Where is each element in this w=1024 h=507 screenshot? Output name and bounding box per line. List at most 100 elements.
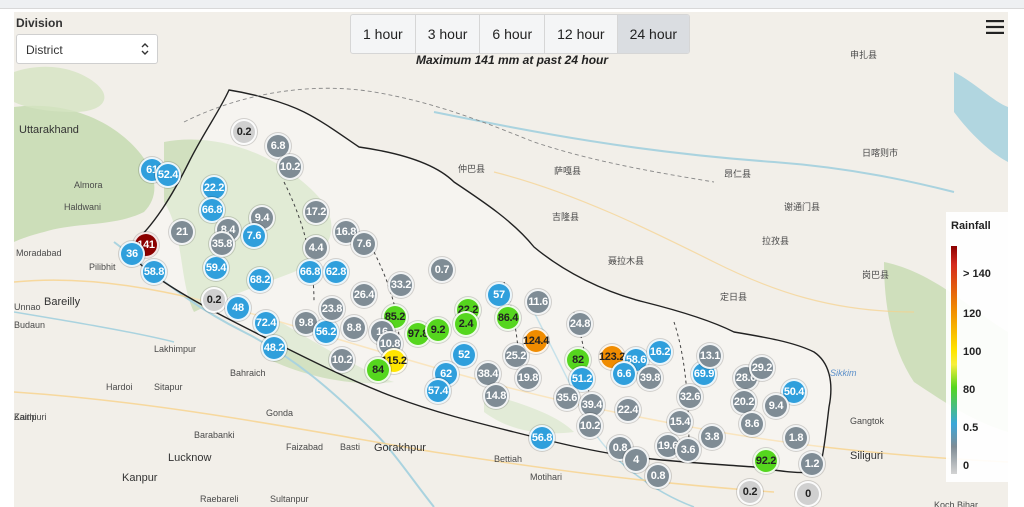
station-marker[interactable]: 8.6: [739, 411, 765, 437]
station-marker[interactable]: 33.2: [388, 272, 414, 298]
district-placeholder: District: [26, 43, 63, 57]
station-marker[interactable]: 124.4: [523, 328, 549, 354]
tab-1-hour[interactable]: 1 hour: [351, 15, 416, 53]
station-marker[interactable]: 21: [169, 219, 195, 245]
place-label: Sikkim: [830, 368, 857, 378]
station-marker[interactable]: 57.4: [425, 378, 451, 404]
station-marker[interactable]: 17.2: [303, 199, 329, 225]
station-marker[interactable]: 10.2: [577, 413, 603, 439]
place-label: Lakhimpur: [154, 344, 197, 354]
station-marker[interactable]: 35.8: [209, 231, 235, 257]
station-marker[interactable]: 24.8: [567, 311, 593, 337]
place-label: Raebareli: [200, 494, 239, 504]
station-marker[interactable]: 0: [795, 481, 821, 507]
place-label: Zainpuri: [14, 412, 47, 422]
division-label: Division: [16, 16, 63, 30]
station-marker[interactable]: 0.7: [429, 257, 455, 283]
legend-tick: 80: [963, 384, 976, 396]
place-label: 申扎县: [850, 50, 878, 60]
station-marker[interactable]: 0.2: [737, 479, 763, 505]
station-marker[interactable]: 15.4: [667, 409, 693, 435]
station-marker[interactable]: 35.6: [554, 385, 580, 411]
station-marker[interactable]: 19.8: [515, 365, 541, 391]
rainfall-map-app: Uttarakhand Almora Haldwani Moradabad Pilibh…: [0, 0, 1024, 507]
station-marker[interactable]: 4.4: [303, 235, 329, 261]
station-marker[interactable]: 1.2: [799, 451, 825, 477]
station-marker[interactable]: 0.2: [231, 119, 257, 145]
station-marker[interactable]: 23.8: [319, 296, 345, 322]
station-marker[interactable]: 8.8: [341, 315, 367, 341]
station-marker[interactable]: 10.2: [329, 347, 355, 373]
station-marker[interactable]: 3.8: [699, 424, 725, 450]
station-marker[interactable]: 3.6: [675, 437, 701, 463]
station-marker[interactable]: 7.6: [351, 231, 377, 257]
place-label: Moradabad: [16, 248, 62, 258]
place-label: Bareilly: [44, 296, 81, 308]
station-marker[interactable]: 9.2: [425, 317, 451, 343]
tab-12-hour[interactable]: 12 hour: [545, 15, 618, 53]
station-marker[interactable]: 72.4: [253, 310, 279, 336]
station-marker[interactable]: 52.4: [155, 162, 181, 188]
place-label: Sitapur: [154, 382, 183, 392]
max-rainfall-subtitle: Maximum 141 mm at past 24 hour: [415, 53, 609, 67]
station-marker[interactable]: 58.8: [141, 259, 167, 285]
station-marker[interactable]: 2.4: [453, 311, 479, 337]
legend-tick: 120: [963, 308, 982, 320]
legend-color-bar: [951, 246, 957, 474]
station-marker[interactable]: 39.8: [637, 365, 663, 391]
station-marker[interactable]: 56.8: [529, 425, 555, 451]
district-select[interactable]: District: [16, 34, 158, 64]
place-label: Hardoi: [106, 382, 133, 392]
top-bar: [0, 0, 1024, 9]
station-marker[interactable]: 36: [119, 241, 145, 267]
station-marker[interactable]: 0.2: [201, 287, 227, 313]
tab-3-hour[interactable]: 3 hour: [416, 15, 481, 53]
tab-24-hour[interactable]: 24 hour: [617, 15, 690, 53]
station-marker[interactable]: 68.2: [247, 267, 273, 293]
station-marker[interactable]: 32.6: [677, 384, 703, 410]
station-marker[interactable]: 1.8: [783, 425, 809, 451]
up-down-chevron-icon: [141, 43, 149, 55]
station-marker[interactable]: 26.4: [351, 282, 377, 308]
station-marker[interactable]: 6.6: [611, 361, 637, 387]
station-marker[interactable]: 48.2: [261, 335, 287, 361]
station-marker[interactable]: 16.2: [647, 339, 673, 365]
place-label: Siliguri: [850, 450, 884, 462]
station-marker[interactable]: 10.2: [277, 154, 303, 180]
station-marker[interactable]: 56.2: [313, 319, 339, 345]
place-label: Lucknow: [168, 452, 212, 464]
station-marker[interactable]: 86.4: [495, 305, 521, 331]
place-label: 萨嘎县: [554, 166, 582, 176]
station-marker[interactable]: 84: [365, 357, 391, 383]
station-marker[interactable]: 22.4: [615, 397, 641, 423]
place-label: Faizabad: [286, 442, 324, 452]
station-marker[interactable]: 11.6: [525, 289, 551, 315]
hamburger-menu-icon[interactable]: [986, 20, 1004, 34]
place-label: Motihari: [530, 472, 563, 482]
place-label: 吉隆县: [552, 212, 580, 222]
basemap: [14, 12, 1008, 507]
station-marker[interactable]: 29.2: [749, 355, 775, 381]
station-marker[interactable]: 59.4: [203, 255, 229, 281]
tab-6-hour[interactable]: 6 hour: [480, 15, 546, 53]
station-marker[interactable]: 92.2: [753, 448, 779, 474]
place-label: 聂拉木县: [608, 256, 645, 266]
station-marker[interactable]: 9.4: [763, 393, 789, 419]
station-marker[interactable]: 0.8: [645, 463, 671, 489]
place-label: Budaun: [14, 320, 46, 330]
station-marker[interactable]: 14.8: [483, 383, 509, 409]
station-marker[interactable]: 62.8: [323, 259, 349, 285]
station-marker[interactable]: 66.8: [297, 259, 323, 285]
map-canvas[interactable]: Uttarakhand Almora Haldwani Moradabad Pilibh…: [14, 12, 1008, 507]
place-label: Sultanpur: [270, 494, 309, 504]
station-marker[interactable]: 7.6: [241, 223, 267, 249]
station-marker[interactable]: 4: [623, 447, 649, 473]
place-label: Koch Bihar: [934, 500, 979, 507]
station-marker[interactable]: 13.1: [697, 343, 723, 369]
place-label: 拉孜县: [762, 236, 790, 246]
place-label: 仲巴县: [458, 164, 486, 174]
place-label: 定日县: [720, 292, 748, 302]
legend-tick: > 140: [963, 268, 991, 280]
station-marker[interactable]: 48: [225, 295, 251, 321]
place-label: Gorakhpur: [374, 442, 426, 454]
